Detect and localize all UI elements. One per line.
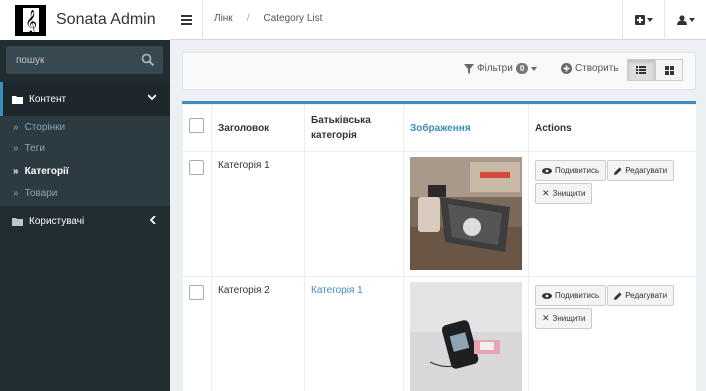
list-icon xyxy=(636,66,646,74)
sidebar-section-label: Користувачі xyxy=(29,215,85,227)
user-menu-button[interactable] xyxy=(664,0,706,40)
filters-label: Фільтри xyxy=(477,63,513,74)
sidebar-section-users[interactable]: Користувачі xyxy=(0,204,170,238)
sidebar-item-pages[interactable]: » Сторінки xyxy=(13,118,65,136)
hamburger-icon xyxy=(180,15,192,25)
row-checkbox[interactable] xyxy=(189,285,204,300)
column-header-parent: Батьківська категорія xyxy=(304,104,404,152)
search-icon[interactable] xyxy=(141,53,155,67)
add-new-dropdown-button[interactable] xyxy=(622,0,664,40)
select-all-checkbox[interactable] xyxy=(189,118,204,133)
row-action-buttons: Подивитись Редагувати ✕ Знищити xyxy=(535,160,695,204)
chevron-left-icon xyxy=(150,216,156,224)
list-actions-bar: Фільтри 0 Створить xyxy=(182,52,696,90)
eye-icon xyxy=(542,167,552,174)
chevron-down-icon xyxy=(148,94,156,100)
sidebar-item-categories[interactable]: » Категорії xyxy=(13,162,69,180)
double-angle-right-icon: » xyxy=(13,142,19,154)
breadcrumb-link[interactable]: Лінк xyxy=(214,13,233,24)
delete-button[interactable]: ✕ Знищити xyxy=(535,308,593,329)
row-action-buttons: Подивитись Редагувати ✕ Знищити xyxy=(535,285,695,329)
times-icon: ✕ xyxy=(542,188,550,198)
column-header-title: Заголовок xyxy=(211,104,305,152)
category-thumbnail-image xyxy=(410,157,522,270)
folder-icon xyxy=(12,217,23,226)
sidebar-item-label: Теги xyxy=(24,142,45,154)
top-navbar: 𝄞 Sonata Admin Лінк / Category List xyxy=(0,0,706,40)
caret-down-icon xyxy=(646,18,653,22)
row-title: Категорія 2 xyxy=(211,276,305,391)
sidebar-toggle-button[interactable] xyxy=(170,0,203,40)
caret-down-icon xyxy=(531,66,538,71)
double-angle-right-icon: » xyxy=(13,165,19,177)
delete-button[interactable]: ✕ Знищити xyxy=(535,183,593,204)
filters-count-badge: 0 xyxy=(515,63,529,74)
double-angle-right-icon: » xyxy=(13,187,19,199)
sidebar-item-tags[interactable]: » Теги xyxy=(13,139,45,157)
create-label: Створить xyxy=(575,63,619,74)
treble-clef-logo-icon: 𝄞 xyxy=(15,4,46,36)
column-header-image[interactable]: Зображення xyxy=(403,104,529,152)
category-thumbnail-image xyxy=(410,282,522,391)
double-angle-right-icon: » xyxy=(13,121,19,133)
eye-icon xyxy=(542,292,552,299)
folder-icon xyxy=(12,95,23,104)
sidebar-section-content[interactable]: Контент xyxy=(0,82,170,116)
row-checkbox[interactable] xyxy=(189,160,204,175)
breadcrumb: Лінк / Category List xyxy=(214,13,322,24)
grid-view-button[interactable] xyxy=(655,59,683,81)
row-parent-link[interactable]: Категорія 1 xyxy=(311,285,363,296)
row-parent xyxy=(304,151,404,277)
breadcrumb-current: Category List xyxy=(263,13,323,24)
sidebar-item-label: Товари xyxy=(24,187,58,199)
user-icon xyxy=(676,15,687,25)
sidebar: Контент » Сторінки » Теги » Категорії » … xyxy=(0,40,170,391)
filters-button[interactable]: Фільтри 0 xyxy=(464,63,538,74)
filter-icon xyxy=(464,63,474,74)
sidebar-item-products[interactable]: » Товари xyxy=(13,184,57,202)
sidebar-submenu: » Сторінки » Теги » Категорії » Товари xyxy=(0,116,170,206)
view-mode-toggle xyxy=(627,59,683,81)
breadcrumb-separator: / xyxy=(246,13,250,24)
edit-button[interactable]: Редагувати xyxy=(607,160,675,181)
view-button[interactable]: Подивитись xyxy=(535,160,607,181)
delete-button-label: Знищити xyxy=(552,189,586,198)
caret-down-icon xyxy=(688,18,695,22)
app-title: Sonata Admin xyxy=(56,11,156,28)
select-all-cell xyxy=(182,104,212,152)
row-title: Категорія 1 xyxy=(211,151,305,277)
brand-logo-area[interactable]: 𝄞 Sonata Admin xyxy=(0,0,170,40)
pencil-icon xyxy=(614,292,622,300)
delete-button-label: Знищити xyxy=(552,314,586,323)
search-input[interactable] xyxy=(6,46,131,74)
edit-button-label: Редагувати xyxy=(625,166,668,175)
sidebar-search-form xyxy=(6,46,163,74)
svg-text:𝄞: 𝄞 xyxy=(25,9,37,34)
table-header-row: Заголовок Батьківська категорія Зображен… xyxy=(182,104,696,152)
edit-button[interactable]: Редагувати xyxy=(607,285,675,306)
main-content: Фільтри 0 Створить Заголовок Батьківська… xyxy=(170,40,706,391)
table-row: Категорія 2 Категорія 1 Подивитись Редаг… xyxy=(182,276,696,391)
sidebar-item-label: Категорії xyxy=(24,165,69,177)
plus-square-icon xyxy=(634,15,645,25)
plus-circle-icon xyxy=(561,63,572,74)
view-button-label: Подивитись xyxy=(555,166,600,175)
times-icon: ✕ xyxy=(542,313,550,323)
view-button-label: Подивитись xyxy=(555,291,600,300)
create-button[interactable]: Створить xyxy=(561,63,619,74)
sidebar-item-label: Сторінки xyxy=(24,121,66,133)
category-list-table-box: Заголовок Батьківська категорія Зображен… xyxy=(182,101,696,391)
pencil-icon xyxy=(614,167,622,175)
view-button[interactable]: Подивитись xyxy=(535,285,607,306)
column-header-actions: Actions xyxy=(528,104,696,152)
list-view-button[interactable] xyxy=(627,59,655,81)
edit-button-label: Редагувати xyxy=(625,291,668,300)
sidebar-section-label: Контент xyxy=(29,93,67,105)
table-row: Категорія 1 Подивитись Редагувати ✕ Знищ… xyxy=(182,151,696,277)
grid-icon xyxy=(664,65,674,75)
category-table: Заголовок Батьківська категорія Зображен… xyxy=(182,104,696,391)
